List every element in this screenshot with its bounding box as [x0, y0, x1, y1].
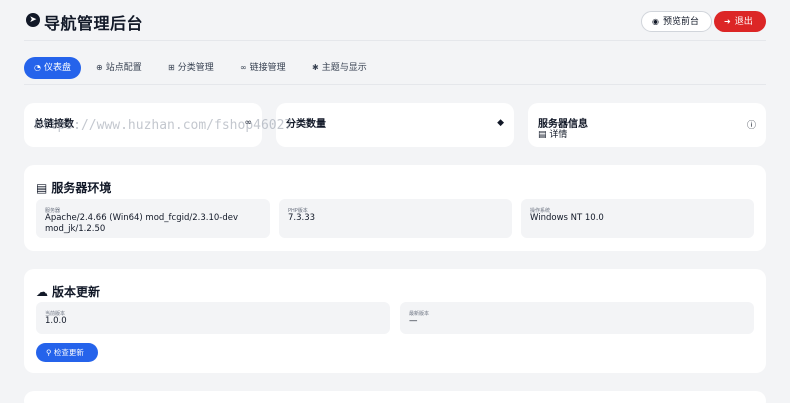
tab-label: 分类管理 [177, 63, 214, 73]
stat-title: 总链接数 [34, 119, 74, 130]
stat-card-total-links: 总链接数 ∞ [24, 103, 262, 147]
info-latest-version: 最新版本 — [400, 302, 754, 334]
stat-title: 分类数量 [286, 119, 326, 130]
tab-dashboard[interactable]: ◔ 仪表盘 [24, 57, 81, 79]
server-detail-label: 详情 [549, 130, 568, 140]
server-env-title: ▤ 服务器环境 [36, 179, 111, 196]
info-value: Windows NT 10.0 [530, 213, 604, 223]
preview-frontend-button[interactable]: ◉ 预览前台 [641, 11, 712, 32]
tab-label: 主题与显示 [321, 63, 367, 73]
compass-icon: ➤ [26, 13, 40, 27]
globe-icon: ⊕ [96, 63, 103, 72]
link-icon: ∞ [240, 63, 247, 72]
header: ➤ 导航管理后台 ◉ 预览前台 ➜ 退出 [24, 0, 766, 41]
next-section-card [24, 391, 766, 403]
tab-bar: ◔ 仪表盘 ⊕ 站点配置 ⊞ 分类管理 ∞ 链接管理 ✱ 主题与显示 [24, 57, 766, 85]
logout-icon: ➜ [724, 17, 731, 26]
info-value: 1.0.0 [45, 316, 67, 326]
eye-icon: ◉ [652, 17, 659, 26]
info-current-version: 当前版本 1.0.0 [36, 302, 390, 334]
tab-site-config[interactable]: ⊕ 站点配置 [86, 57, 152, 79]
info-value: Apache/2.4.66 (Win64) mod_fcgid/2.3.10-d… [45, 213, 238, 234]
section-title-text: 版本更新 [52, 285, 101, 299]
tab-label: 链接管理 [249, 63, 286, 73]
version-card: ☁ 版本更新 当前版本 1.0.0 最新版本 — ⚲ 检查更新 [24, 269, 766, 373]
tab-category-management[interactable]: ⊞ 分类管理 [158, 57, 224, 79]
server-env-card: ▤ 服务器环境 服务器 Apache/2.4.66 (Win64) mod_fcg… [24, 165, 766, 251]
preview-label: 预览前台 [662, 17, 699, 27]
gear-icon: ✱ [312, 63, 319, 72]
stat-card-category-count: 分类数量 ◆ [276, 103, 514, 147]
tab-label: 仪表盘 [43, 63, 71, 73]
tab-label: 站点配置 [105, 63, 142, 73]
version-title: ☁ 版本更新 [36, 283, 100, 300]
info-value: — [409, 316, 418, 326]
dashboard-icon: ◔ [34, 63, 41, 72]
tab-theme-display[interactable]: ✱ 主题与显示 [302, 57, 377, 79]
server-detail-link[interactable]: ▤ 详情 [538, 127, 567, 140]
cloud-download-icon: ☁ [36, 285, 48, 299]
app-title: 导航管理后台 [44, 14, 144, 33]
link-icon: ∞ [244, 118, 253, 128]
info-os: 操作系统 Windows NT 10.0 [521, 199, 754, 238]
logout-button[interactable]: ➜ 退出 [714, 11, 766, 32]
check-update-button[interactable]: ⚲ 检查更新 [36, 343, 98, 362]
sitemap-icon: ⊞ [168, 63, 175, 72]
search-icon: ⚲ [46, 348, 52, 357]
info-php-version: PHP版本 7.3.33 [279, 199, 512, 238]
server-icon: ▤ [538, 130, 547, 140]
info-icon: ⓘ [746, 121, 756, 131]
info-server: 服务器 Apache/2.4.66 (Win64) mod_fcgid/2.3.… [36, 199, 270, 238]
tags-icon: ◆ [497, 118, 504, 128]
section-title-text: 服务器环境 [51, 181, 112, 195]
tab-link-management[interactable]: ∞ 链接管理 [230, 57, 296, 79]
server-icon: ▤ [36, 181, 48, 195]
info-value: 7.3.33 [288, 213, 316, 223]
check-update-label: 检查更新 [53, 348, 84, 357]
logout-label: 退出 [734, 17, 753, 27]
stat-card-server-info: 服务器信息 ⓘ ▤ 详情 [528, 103, 766, 147]
